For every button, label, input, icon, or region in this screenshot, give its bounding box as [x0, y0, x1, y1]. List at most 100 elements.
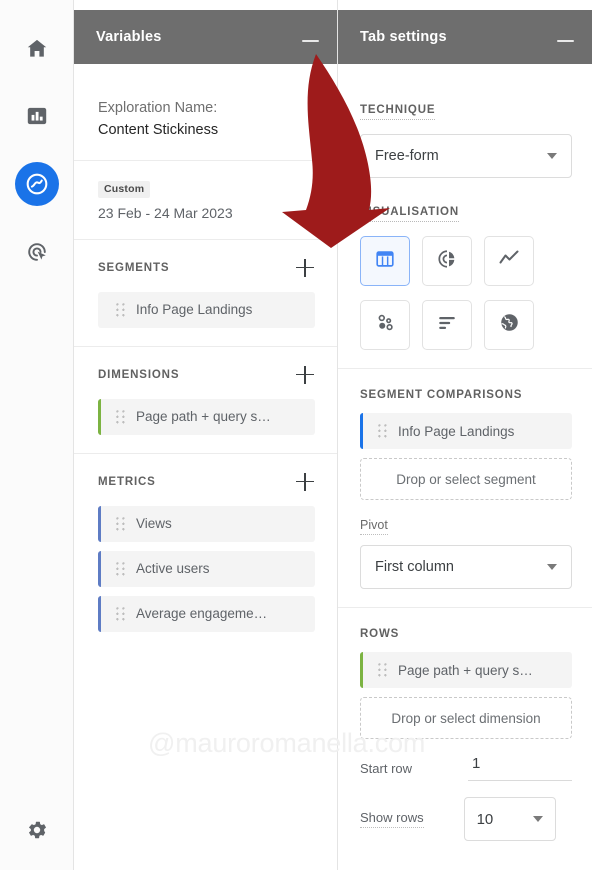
technique-select-value: Free-form	[375, 148, 439, 164]
tab-settings-panel-title: Tab settings	[360, 29, 447, 45]
nav-item-settings[interactable]	[15, 808, 59, 852]
drag-handle-icon[interactable]	[112, 561, 128, 576]
add-dimension-button[interactable]	[295, 365, 315, 385]
show-rows-select-value: 10	[476, 810, 494, 828]
chip-accent	[98, 550, 101, 587]
bar-chart-icon	[24, 103, 50, 129]
variables-minimize-button[interactable]	[302, 40, 319, 42]
donut-chart-icon	[436, 248, 458, 275]
add-metric-button[interactable]	[295, 472, 315, 492]
tab-settings-panel-header: Tab settings	[338, 10, 592, 64]
variables-panel-body: Exploration Name: Content Stickiness Cus…	[74, 64, 337, 870]
exploration-name-label: Exploration Name:	[98, 100, 218, 116]
chip-accent	[98, 292, 101, 328]
metric-chip-label: Active users	[136, 561, 210, 576]
drag-handle-icon[interactable]	[374, 663, 390, 677]
exploration-name-section[interactable]: Exploration Name: Content Stickiness	[74, 80, 337, 161]
chip-accent	[98, 398, 101, 435]
dimension-chip-page-path[interactable]: Page path + query s…	[98, 398, 315, 435]
rows-section: ROWS Page path + query s… Drop or select…	[338, 608, 592, 859]
segment-comparison-chip-info-page-landings[interactable]: Info Page Landings	[360, 413, 572, 449]
nav-item-explore[interactable]	[14, 162, 59, 206]
technique-title: TECHNIQUE	[360, 104, 436, 120]
metrics-section: METRICS Views Active users Average engag…	[74, 454, 337, 650]
pivot-label: Pivot	[360, 518, 388, 535]
pivot-select-value: First column	[375, 559, 454, 575]
target-cursor-icon	[24, 239, 50, 265]
segment-comparisons-section: SEGMENT COMPARISONS Info Page Landings D…	[338, 369, 592, 608]
rows-title: ROWS	[360, 628, 400, 640]
nav-item-home[interactable]	[15, 26, 59, 70]
ga4-exploration-screen: Variables Exploration Name: Content Stic…	[0, 0, 592, 870]
drag-handle-icon[interactable]	[112, 302, 128, 317]
chevron-down-icon	[547, 153, 557, 159]
technique-section: TECHNIQUE Free-form	[338, 80, 592, 182]
drag-handle-icon[interactable]	[112, 409, 128, 424]
add-segment-button[interactable]	[295, 258, 315, 278]
segments-title: SEGMENTS	[98, 261, 170, 274]
start-row-field: Start row 1	[360, 755, 572, 781]
metrics-title: METRICS	[98, 475, 156, 488]
dimensions-header: DIMENSIONS	[98, 365, 315, 385]
tab-settings-panel: Tab settings TECHNIQUE Free-form VISUALI…	[338, 0, 592, 870]
gear-icon	[25, 818, 49, 842]
row-chip-label: Page path + query s…	[398, 662, 533, 678]
nav-settings-container	[0, 808, 74, 852]
chip-accent	[98, 505, 101, 542]
dimension-chip-label: Page path + query s…	[136, 409, 271, 424]
dimension-dropzone-label: Drop or select dimension	[391, 710, 541, 726]
metric-chip-average-engagement[interactable]: Average engageme…	[98, 595, 315, 632]
drag-handle-icon[interactable]	[112, 606, 128, 621]
segment-dropzone[interactable]: Drop or select segment	[360, 458, 572, 500]
row-chip-page-path[interactable]: Page path + query s…	[360, 652, 572, 688]
technique-select[interactable]: Free-form	[360, 134, 572, 178]
viz-option-bar-chart[interactable]	[422, 300, 472, 350]
tab-settings-minimize-button[interactable]	[557, 40, 574, 42]
scatter-chart-icon	[374, 312, 396, 339]
dimensions-title: DIMENSIONS	[98, 368, 180, 381]
variables-panel-title: Variables	[96, 29, 162, 45]
pivot-select[interactable]: First column	[360, 545, 572, 589]
metric-chip-views[interactable]: Views	[98, 505, 315, 542]
nav-item-advertising[interactable]	[15, 230, 59, 274]
chip-accent	[360, 413, 363, 449]
date-range-value: 23 Feb - 24 Mar 2023	[98, 204, 233, 221]
viz-option-geo-map[interactable]	[484, 300, 534, 350]
segments-section: SEGMENTS Info Page Landings	[74, 240, 337, 347]
chip-accent	[360, 652, 363, 688]
dimensions-section: DIMENSIONS Page path + query s…	[74, 347, 337, 454]
viz-option-scatter-plot[interactable]	[360, 300, 410, 350]
exploration-name-value: Content Stickiness	[98, 121, 219, 138]
viz-option-free-form-table[interactable]	[360, 236, 410, 286]
visualisation-title: VISUALISATION	[360, 206, 460, 222]
metrics-header: METRICS	[98, 472, 315, 492]
viz-option-donut-chart[interactable]	[422, 236, 472, 286]
show-rows-label: Show rows	[360, 810, 424, 828]
segment-chip-info-page-landings[interactable]: Info Page Landings	[98, 291, 315, 328]
dimension-dropzone[interactable]: Drop or select dimension	[360, 697, 572, 739]
drag-handle-icon[interactable]	[374, 424, 390, 438]
visualisation-options-grid	[360, 236, 572, 350]
geo-map-icon	[498, 311, 521, 339]
date-range-section[interactable]: Custom 23 Feb - 24 Mar 2023	[74, 161, 337, 240]
viz-option-line-chart[interactable]	[484, 236, 534, 286]
chevron-down-icon	[532, 816, 543, 822]
chevron-down-icon	[547, 564, 557, 570]
home-icon	[24, 35, 50, 61]
tab-settings-panel-body: TECHNIQUE Free-form VISUALISATION SEGMEN…	[338, 64, 592, 870]
metric-chip-label: Average engageme…	[136, 606, 268, 621]
line-chart-icon	[497, 247, 521, 276]
start-row-label: Start row	[360, 760, 413, 776]
nav-item-reports[interactable]	[15, 94, 59, 138]
start-row-input[interactable]: 1	[468, 755, 572, 781]
segment-dropzone-label: Drop or select segment	[396, 471, 536, 487]
date-range-badge: Custom	[98, 180, 151, 198]
table-chart-icon	[374, 248, 396, 275]
visualisation-section: VISUALISATION	[338, 182, 592, 369]
explore-icon	[24, 171, 50, 197]
segment-comparison-chip-label: Info Page Landings	[398, 423, 515, 439]
metric-chip-active-users[interactable]: Active users	[98, 550, 315, 587]
show-rows-field: Show rows 10	[360, 797, 572, 841]
drag-handle-icon[interactable]	[112, 516, 128, 531]
show-rows-select[interactable]: 10	[463, 797, 556, 841]
